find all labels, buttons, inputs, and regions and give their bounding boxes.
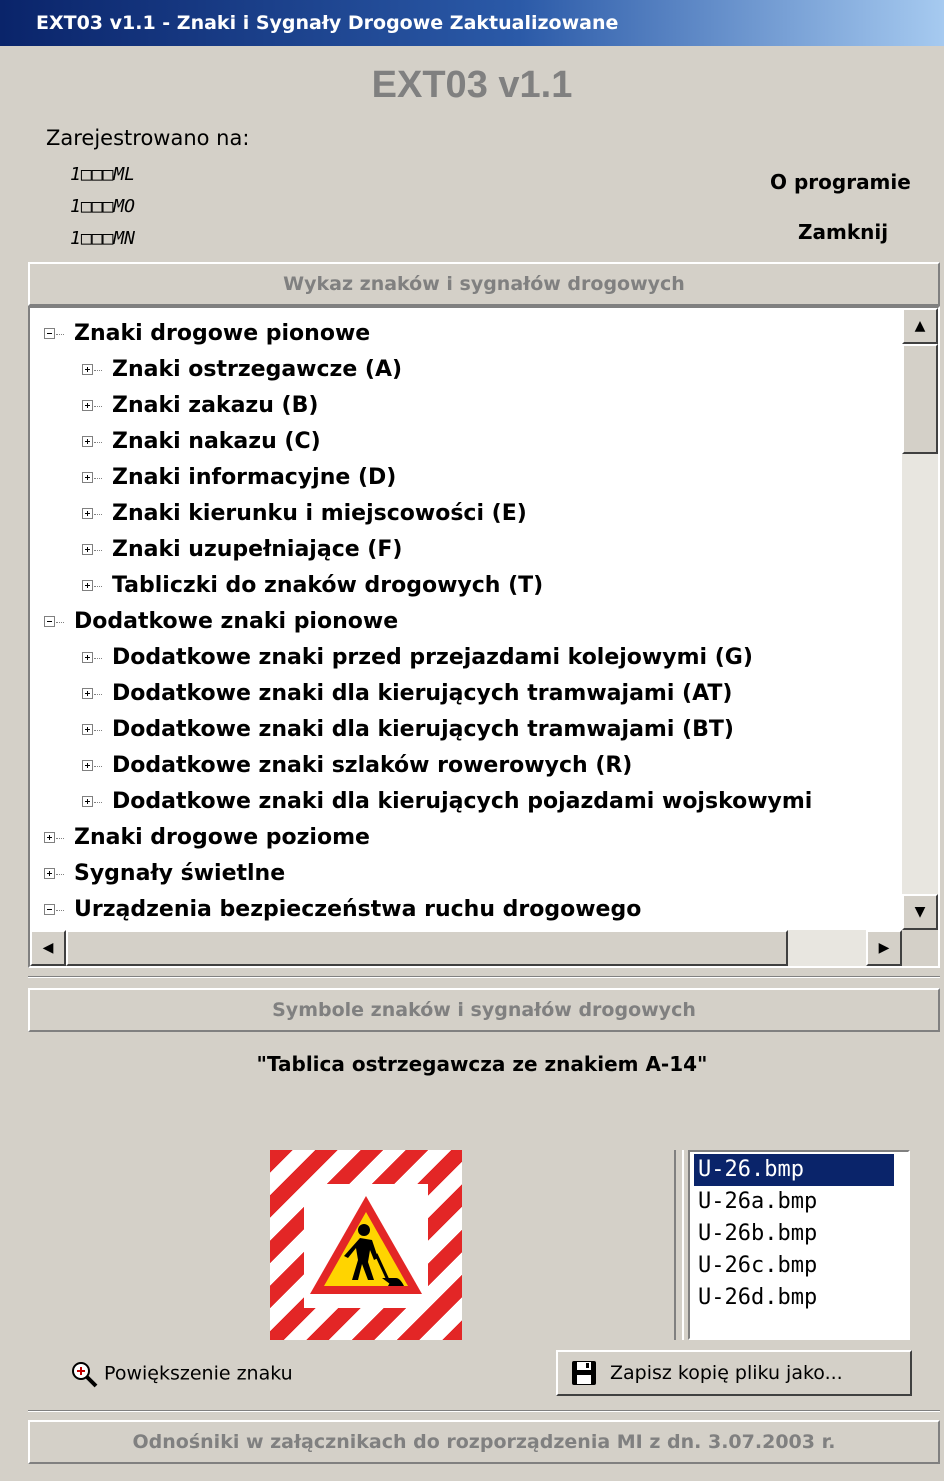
sign-tree[interactable]: Znaki drogowe pionowe Znaki ostrzegawcze …: [28, 306, 940, 968]
magnifier-plus-icon: [72, 1362, 98, 1388]
file-item[interactable]: U-26b.bmp: [694, 1218, 821, 1250]
separator: [28, 976, 940, 978]
tree-node[interactable]: Dodatkowe znaki szlaków rowerowych (R): [112, 748, 632, 784]
tree-node[interactable]: Sygnały świetlne: [74, 856, 285, 892]
tree-node[interactable]: Znaki kierunku i miejscowości (E): [112, 496, 527, 532]
app-title: EXT03 v1.1: [371, 64, 573, 106]
scroll-up-button[interactable]: ▲: [902, 308, 938, 344]
sign-preview: [270, 1150, 462, 1340]
file-list-divider: [674, 1150, 684, 1340]
tree-connector: [94, 802, 102, 803]
tree-connector: [56, 622, 64, 623]
tree-node[interactable]: Urządzenia bezpieczeństwa ruchu drogoweg…: [74, 892, 641, 928]
tree-node[interactable]: Znaki uzupełniające (F): [112, 532, 402, 568]
expand-node-icon[interactable]: [82, 652, 93, 663]
roadworks-sign-icon: [310, 1196, 422, 1294]
sign-caption: "Tablica ostrzegawcza ze znakiem A-14": [256, 1052, 708, 1076]
file-item[interactable]: U-26c.bmp: [694, 1250, 821, 1282]
separator: [28, 1410, 940, 1412]
tree-connector: [94, 442, 102, 443]
tree-connector: [56, 334, 64, 335]
registered-label: Zarejestrowano na:: [46, 126, 250, 150]
tree-connector: [94, 550, 102, 551]
collapse-node-icon[interactable]: [44, 904, 55, 915]
zoom-sign-button[interactable]: Powiększenie znaku: [70, 1360, 293, 1388]
tree-connector: [56, 874, 64, 875]
registered-user-2: 1□□□MO: [70, 196, 136, 217]
tree-connector: [94, 370, 102, 371]
tree-node[interactable]: Tabliczki do znaków drogowych (T): [112, 568, 543, 604]
horizontal-scroll-thumb[interactable]: [66, 930, 788, 966]
expand-node-icon[interactable]: [82, 472, 93, 483]
scroll-right-button[interactable]: ▶: [866, 930, 902, 966]
title-bar: EXT03 v1.1 - Znaki i Sygnały Drogowe Zak…: [0, 0, 944, 46]
tree-section-header: Wykaz znaków i sygnałów drogowych: [28, 262, 940, 306]
file-list[interactable]: U-26.bmp U-26a.bmp U-26b.bmp U-26c.bmp U…: [674, 1150, 910, 1340]
scrollbar-corner: [902, 930, 938, 966]
tree-node[interactable]: Znaki nakazu (C): [112, 424, 321, 460]
expand-node-icon[interactable]: [82, 436, 93, 447]
tree-node[interactable]: Znaki zakazu (B): [112, 388, 318, 424]
expand-node-icon[interactable]: [82, 364, 93, 375]
floppy-disk-icon: [572, 1361, 596, 1385]
expand-node-icon[interactable]: [82, 508, 93, 519]
tree-connector: [94, 694, 102, 695]
tree-node[interactable]: Dodatkowe znaki pionowe: [74, 604, 398, 640]
tree-connector: [56, 910, 64, 911]
tree-node[interactable]: Znaki ostrzegawcze (A): [112, 352, 402, 388]
save-copy-label: Zapisz kopię pliku jako...: [610, 1362, 843, 1384]
tree-connector: [94, 586, 102, 587]
tree-node[interactable]: Dodatkowe znaki przed przejazdami kolejo…: [112, 640, 753, 676]
about-button[interactable]: O programie: [770, 170, 911, 194]
tree-connector: [94, 766, 102, 767]
expand-node-icon[interactable]: [44, 868, 55, 879]
expand-node-icon[interactable]: [82, 760, 93, 771]
tree-connector: [56, 838, 64, 839]
zoom-sign-label: Powiększenie znaku: [104, 1362, 293, 1385]
expand-node-icon[interactable]: [44, 832, 55, 843]
tree-node[interactable]: Dodatkowe znaki dla kierujących tramwaja…: [112, 712, 734, 748]
collapse-node-icon[interactable]: [44, 616, 55, 627]
tree-node[interactable]: Dodatkowe znaki dla kierujących pojazdam…: [112, 784, 812, 820]
expand-node-icon[interactable]: [82, 400, 93, 411]
expand-node-icon[interactable]: [82, 544, 93, 555]
tree-connector: [94, 658, 102, 659]
tree-view-content: Znaki drogowe pionowe Znaki ostrzegawcze …: [30, 308, 902, 930]
sign-preview-center: [304, 1184, 428, 1308]
tree-node[interactable]: Znaki drogowe pionowe: [74, 316, 370, 352]
tree-connector: [94, 514, 102, 515]
vertical-scrollbar[interactable]: ▲ ▼: [902, 308, 938, 930]
tree-node[interactable]: Znaki drogowe poziome: [74, 820, 370, 856]
footer-links[interactable]: Odnośniki w załącznikach do rozporządzen…: [28, 1420, 940, 1464]
file-item[interactable]: U-26.bmp: [694, 1154, 894, 1186]
tree-connector: [94, 730, 102, 731]
horizontal-scrollbar[interactable]: ◀ ▶: [30, 930, 902, 966]
symbol-section-header: Symbole znaków i sygnałów drogowych: [28, 988, 940, 1032]
file-item[interactable]: U-26a.bmp: [694, 1186, 821, 1218]
registered-user-1: 1□□□ML: [70, 164, 136, 185]
expand-node-icon[interactable]: [82, 688, 93, 699]
save-copy-button[interactable]: Zapisz kopię pliku jako...: [556, 1350, 912, 1396]
tree-connector: [94, 406, 102, 407]
scroll-left-button[interactable]: ◀: [30, 930, 66, 966]
tree-node[interactable]: Dodatkowe znaki dla kierujących tramwaja…: [112, 676, 732, 712]
tree-connector: [94, 478, 102, 479]
expand-node-icon[interactable]: [82, 724, 93, 735]
file-item[interactable]: U-26d.bmp: [694, 1282, 821, 1314]
expand-node-icon[interactable]: [82, 796, 93, 807]
vertical-scroll-thumb[interactable]: [902, 344, 938, 454]
collapse-node-icon[interactable]: [44, 328, 55, 339]
registered-user-3: 1□□□MN: [70, 228, 136, 249]
expand-node-icon[interactable]: [82, 580, 93, 591]
close-button[interactable]: Zamknij: [798, 220, 888, 244]
tree-node[interactable]: Znaki informacyjne (D): [112, 460, 396, 496]
scroll-down-button[interactable]: ▼: [902, 894, 938, 930]
